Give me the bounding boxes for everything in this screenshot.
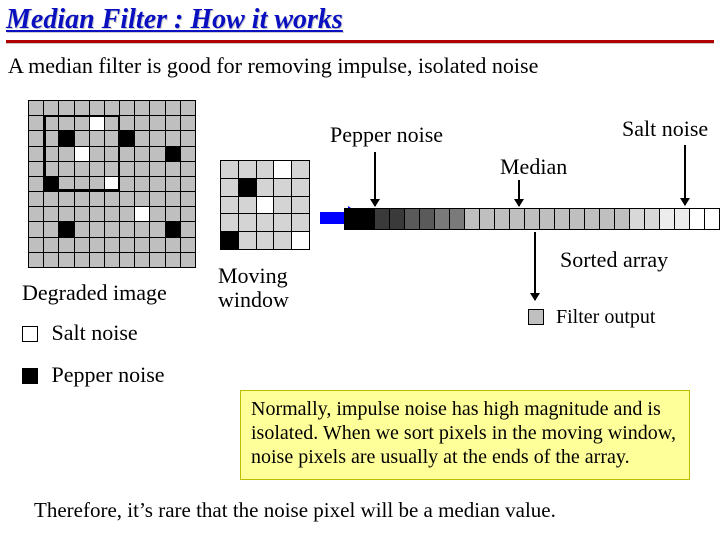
- sorted-array-label: Sorted array: [560, 248, 668, 271]
- filter-output-group: Filter output: [528, 306, 655, 329]
- filter-output-swatch: [528, 309, 544, 325]
- salt-noise-label: Salt noise: [622, 116, 708, 142]
- note-callout: Normally, impulse noise has high magnitu…: [240, 390, 690, 480]
- median-pointer: [518, 180, 520, 206]
- legend-pepper-text: Pepper noise: [52, 362, 165, 387]
- pepper-pointer: [374, 152, 376, 206]
- pepper-swatch-icon: [22, 368, 38, 384]
- salt-pointer: [684, 145, 686, 205]
- moving-window-grid: [220, 160, 310, 250]
- conclusion-text: Therefore, it’s rare that the noise pixe…: [34, 498, 556, 523]
- page-title: Median Filter : How it works: [0, 0, 720, 38]
- intro-text: A median filter is good for removing imp…: [0, 43, 720, 79]
- median-label: Median: [500, 154, 567, 180]
- legend-pepper: Pepper noise: [22, 362, 165, 388]
- legend-salt-text: Salt noise: [52, 320, 138, 345]
- degraded-image-label: Degraded image: [22, 280, 167, 306]
- salt-swatch-icon: [22, 326, 38, 342]
- sorted-array-row: [344, 208, 720, 230]
- pepper-noise-label: Pepper noise: [330, 122, 443, 148]
- output-pointer: [534, 232, 536, 300]
- moving-window-label: Moving window: [218, 264, 308, 312]
- legend-salt: Salt noise: [22, 320, 138, 346]
- moving-window-text: Moving window: [218, 264, 308, 312]
- filter-output-label: Filter output: [556, 306, 655, 328]
- degraded-image-grid: [28, 100, 196, 268]
